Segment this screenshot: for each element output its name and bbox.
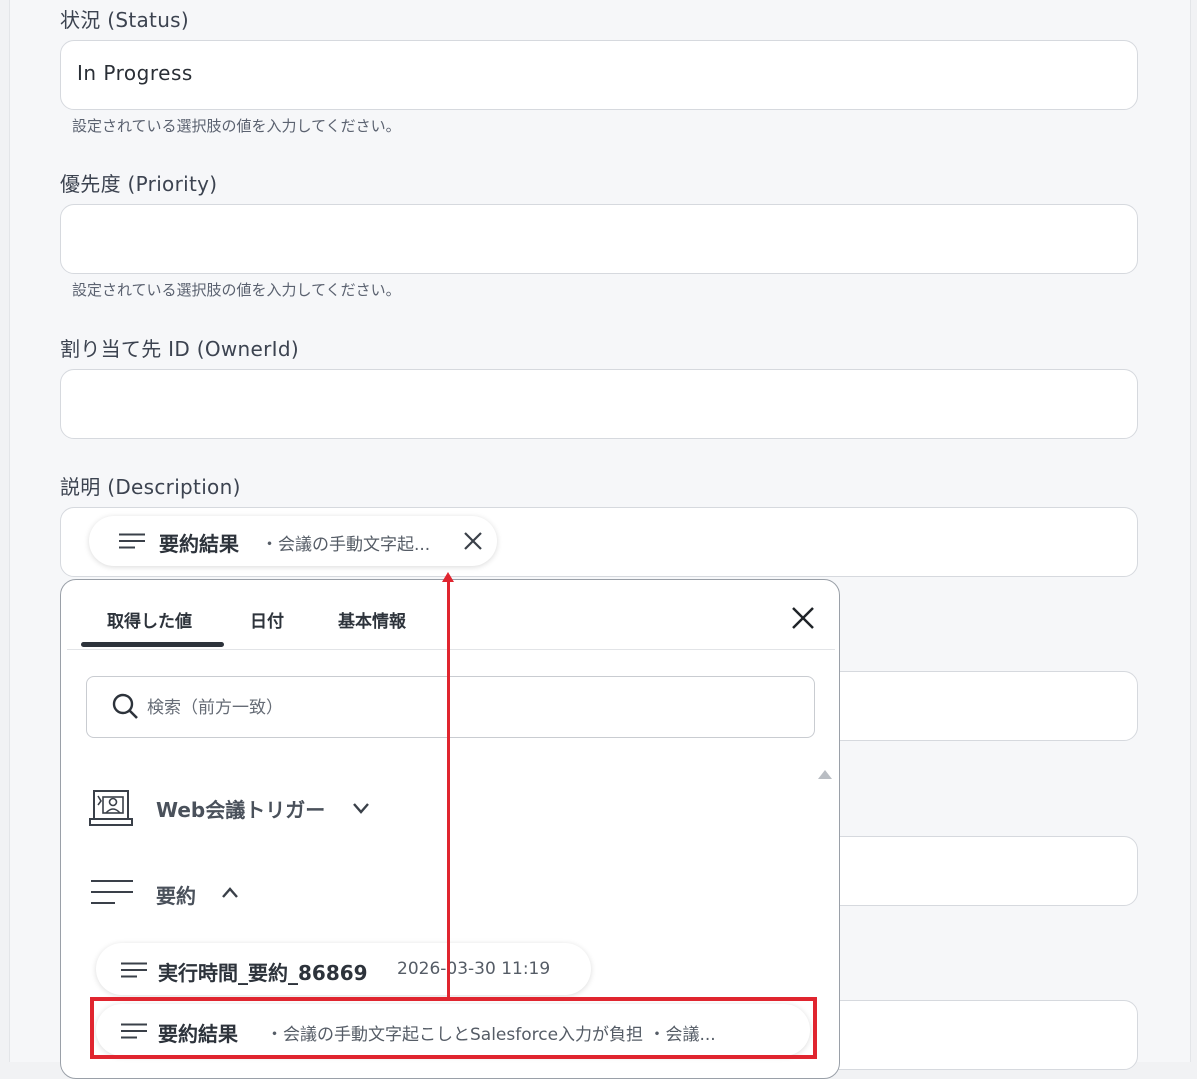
annotation-arrow-head (442, 572, 454, 582)
tab-acquired-values[interactable]: 取得した値 (107, 607, 192, 632)
token-name: 要約結果 (159, 532, 239, 556)
active-tab-indicator (81, 642, 224, 647)
group-summary-title[interactable]: 要約 (156, 880, 196, 909)
token-preview: ・会議の手動文字起... (261, 535, 431, 555)
list-item-execution-time[interactable]: 実行時間_要約_86869 2026-03-30 11:19 (96, 943, 591, 995)
description-label: 説明 (Description) (60, 475, 241, 499)
chevron-down-icon[interactable] (352, 801, 370, 815)
close-icon[interactable] (461, 529, 485, 553)
text-lines-icon (119, 533, 145, 549)
status-value: In Progress (77, 61, 193, 85)
priority-label: 優先度 (Priority) (60, 172, 218, 196)
status-field[interactable]: In Progress (60, 40, 1138, 110)
description-token[interactable]: 要約結果 ・会議の手動文字起... (89, 516, 497, 566)
status-label: 状況 (Status) (60, 8, 189, 32)
text-lines-icon (91, 880, 133, 904)
annotation-arrow-line (447, 582, 450, 998)
chevron-up-icon[interactable] (221, 886, 239, 900)
priority-hint: 設定されている選択肢の値を入力してください。 (72, 281, 401, 299)
group-web-meeting-trigger-title[interactable]: Web会議トリガー (156, 794, 325, 823)
priority-field[interactable] (60, 204, 1138, 274)
text-lines-icon (121, 962, 147, 978)
highlight-box (90, 997, 817, 1059)
search-box[interactable] (86, 676, 815, 738)
close-icon[interactable] (789, 604, 817, 632)
status-hint: 設定されている選択肢の値を入力してください。 (72, 117, 401, 135)
item-name: 実行時間_要約_86869 (158, 961, 368, 985)
search-icon (112, 693, 138, 719)
item-preview: 2026-03-30 11:19 (397, 959, 551, 979)
tab-basic-info[interactable]: 基本情報 (338, 607, 406, 632)
tab-divider (67, 649, 835, 650)
owner-id-label: 割り当て先 ID (OwnerId) (60, 337, 299, 361)
web-meeting-icon (89, 790, 133, 826)
owner-id-field[interactable] (60, 369, 1138, 439)
tab-date[interactable]: 日付 (250, 607, 284, 632)
scroll-up-arrow[interactable] (818, 770, 832, 779)
